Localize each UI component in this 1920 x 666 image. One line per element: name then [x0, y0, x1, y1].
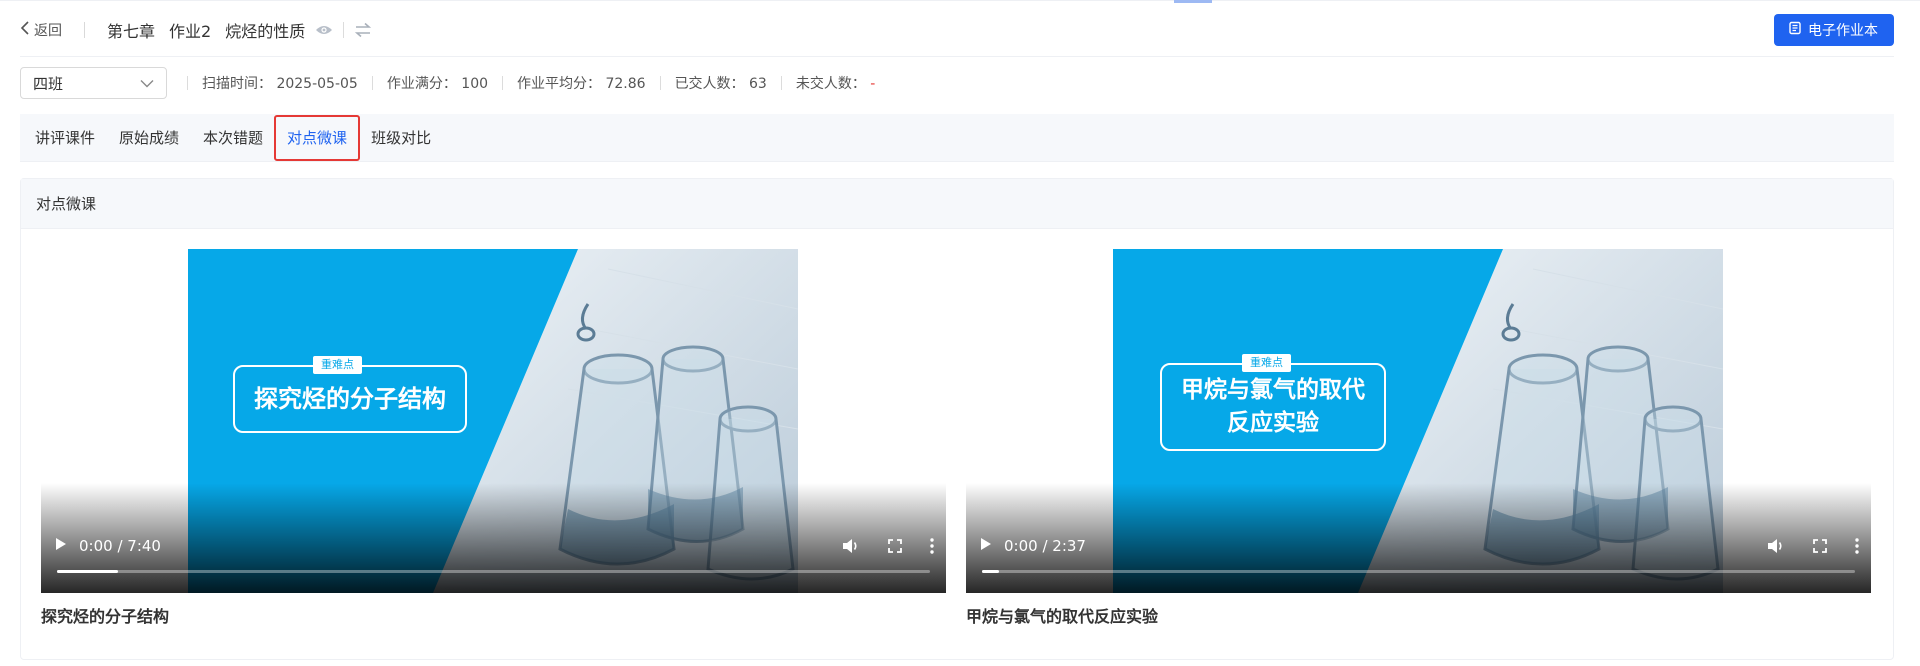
breadcrumb-topic: 烷烃的性质	[225, 22, 306, 41]
breadcrumb-chapter: 第七章	[107, 22, 156, 41]
average-score: 作业平均分： 72.86	[517, 76, 646, 92]
play-icon[interactable]	[980, 537, 992, 555]
volume-icon[interactable]	[842, 538, 860, 554]
video-control-row: 0:00 / 7:40	[55, 535, 934, 557]
divider	[343, 22, 345, 38]
ebook-button-label: 电子作业本	[1808, 23, 1878, 39]
video-progress-fill	[57, 570, 119, 573]
play-icon[interactable]	[55, 537, 67, 555]
headline-text-line2: 反应实验	[1227, 410, 1319, 436]
divider	[502, 76, 504, 90]
micro-lesson-panel: 对点微课 重难点 探究烃的分子结构 0:00 / 7:40 探究烃的分子结构 重…	[20, 178, 1894, 660]
page-header: 返回 第七章 作业2 烷烃的性质 电子作业本	[20, 12, 1894, 48]
video-control-row: 0:00 / 2:37	[980, 535, 1859, 557]
tab-bar: 讲评课件 原始成绩 本次错题 对点微课 班级对比	[20, 114, 1894, 162]
video-controls: 0:00 / 2:37	[966, 483, 1871, 593]
top-border	[0, 0, 1920, 1]
tab-review-slides[interactable]: 讲评课件	[35, 121, 95, 155]
chevron-left-icon	[20, 21, 34, 39]
video-control-icons	[1739, 538, 1859, 554]
divider	[659, 76, 661, 90]
more-options-icon[interactable]	[930, 538, 934, 554]
ebook-icon	[1788, 21, 1808, 39]
tab-class-comparison[interactable]: 班级对比	[371, 121, 431, 155]
divider	[780, 76, 782, 90]
video-time: 0:00 / 2:37	[1004, 537, 1086, 555]
ebook-button[interactable]: 电子作业本	[1774, 14, 1894, 46]
fullscreen-icon[interactable]	[1813, 539, 1827, 553]
scan-time: 扫描时间： 2025-05-05	[202, 76, 358, 92]
header-divider	[20, 56, 1894, 57]
full-score: 作业满分： 100	[386, 76, 489, 92]
back-label: 返回	[34, 23, 62, 39]
breadcrumb-assignment: 作业2	[169, 22, 212, 41]
panel-title: 对点微课	[21, 179, 1893, 229]
tab-micro-lessons[interactable]: 对点微课	[274, 114, 361, 161]
switch-icon[interactable]	[354, 22, 372, 38]
video-player[interactable]: 重难点 甲烷与氯气的取代 反应实验 0:00 / 2:37	[966, 249, 1871, 593]
video-control-icons	[814, 538, 934, 554]
eye-icon[interactable]	[315, 24, 333, 36]
video-headline: 重难点 甲烷与氯气的取代 反应实验	[1160, 354, 1386, 451]
not-submitted-count: 未交人数： -	[795, 76, 876, 92]
headline-text: 探究烃的分子结构	[254, 384, 446, 413]
video-player[interactable]: 重难点 探究烃的分子结构 0:00 / 7:40	[41, 249, 946, 593]
more-options-icon[interactable]	[1855, 538, 1859, 554]
top-scroll-indicator	[1174, 0, 1212, 3]
video-list: 重难点 探究烃的分子结构 0:00 / 7:40 探究烃的分子结构 重难点 甲烷…	[41, 249, 1871, 627]
class-select[interactable]: 四班	[20, 67, 167, 99]
video-time: 0:00 / 7:40	[79, 537, 161, 555]
chevron-down-icon	[140, 74, 154, 92]
video-progress-fill	[982, 570, 1000, 573]
tab-raw-scores[interactable]: 原始成绩	[119, 121, 179, 155]
video-card: 重难点 甲烷与氯气的取代 反应实验 0:00 / 2:37 甲烷与氯气的取代反应…	[966, 249, 1871, 627]
video-title[interactable]: 探究烃的分子结构	[41, 603, 946, 627]
video-headline: 重难点 探究烃的分子结构	[233, 356, 467, 433]
headline-tag: 重难点	[313, 356, 362, 374]
divider	[84, 22, 85, 38]
video-card: 重难点 探究烃的分子结构 0:00 / 7:40 探究烃的分子结构	[41, 249, 946, 627]
back-button[interactable]: 返回	[20, 20, 62, 40]
divider	[187, 76, 188, 90]
headline-text-line1: 甲烷与氯气的取代	[1181, 376, 1365, 403]
divider	[371, 76, 373, 90]
video-progress-bar[interactable]	[57, 570, 930, 573]
submitted-count: 已交人数： 63	[674, 76, 767, 92]
fullscreen-icon[interactable]	[888, 539, 902, 553]
class-select-value: 四班	[33, 74, 64, 93]
info-bar: 四班 扫描时间： 2025-05-05 作业满分： 100 作业平均分： 72.…	[20, 67, 875, 99]
volume-icon[interactable]	[1767, 538, 1785, 554]
video-controls: 0:00 / 7:40	[41, 483, 946, 593]
video-title[interactable]: 甲烷与氯气的取代反应实验	[966, 603, 1871, 627]
video-progress-bar[interactable]	[982, 570, 1855, 573]
tab-wrong-questions[interactable]: 本次错题	[203, 121, 263, 155]
headline-tag: 重难点	[1242, 354, 1291, 372]
